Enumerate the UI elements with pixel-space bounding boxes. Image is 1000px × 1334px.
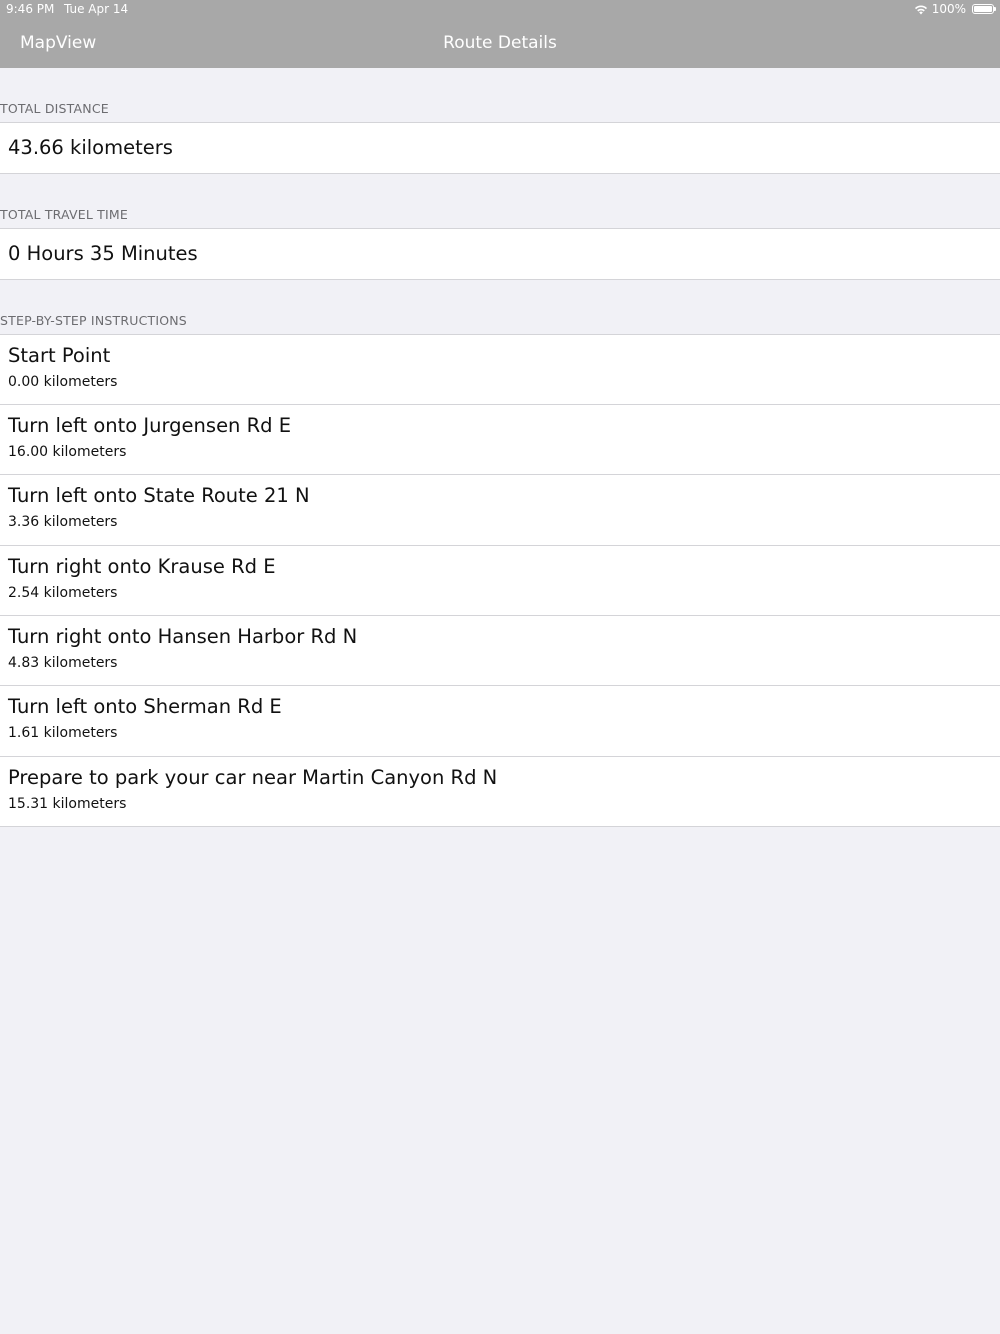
step-row[interactable]: Turn left onto Jurgensen Rd E 16.00 kilo… — [0, 405, 1000, 475]
step-distance: 3.36 kilometers — [8, 514, 118, 530]
step-distance: 2.54 kilometers — [8, 585, 118, 601]
battery-fill — [974, 6, 992, 12]
section-header-steps: STEP-BY-STEP INSTRUCTIONS — [0, 313, 187, 328]
step-row[interactable]: Turn left onto Sherman Rd E 1.61 kilomet… — [0, 686, 1000, 757]
step-row[interactable]: Start Point 0.00 kilometers — [0, 334, 1000, 405]
step-row[interactable]: Prepare to park your car near Martin Can… — [0, 757, 1000, 827]
step-distance: 1.61 kilometers — [8, 725, 118, 741]
distance-cell: 43.66 kilometers — [0, 122, 1000, 174]
step-instruction: Turn left onto Sherman Rd E — [8, 695, 282, 718]
step-distance: 4.83 kilometers — [8, 655, 118, 671]
step-instruction: Start Point — [8, 344, 111, 367]
step-instruction: Turn right onto Krause Rd E — [8, 555, 276, 578]
wifi-icon — [914, 4, 928, 15]
status-time: 9:46 PM — [6, 2, 55, 16]
step-instruction: Turn right onto Hansen Harbor Rd N — [8, 625, 358, 648]
step-instruction: Prepare to park your car near Martin Can… — [8, 766, 498, 789]
status-bar: 9:46 PM Tue Apr 14 100% — [0, 0, 1000, 20]
step-row[interactable]: Turn right onto Hansen Harbor Rd N 4.83 … — [0, 616, 1000, 686]
step-instruction: Turn left onto State Route 21 N — [8, 484, 310, 507]
page-title: Route Details — [443, 33, 557, 53]
section-header-time: TOTAL TRAVEL TIME — [0, 207, 128, 222]
step-distance: 16.00 kilometers — [8, 444, 127, 460]
distance-value: 43.66 kilometers — [8, 136, 173, 159]
step-distance: 0.00 kilometers — [8, 374, 118, 390]
step-row[interactable]: Turn right onto Krause Rd E 2.54 kilomet… — [0, 546, 1000, 616]
status-indicators: 100% — [914, 2, 996, 16]
time-value: 0 Hours 35 Minutes — [8, 242, 198, 265]
time-cell: 0 Hours 35 Minutes — [0, 228, 1000, 280]
battery-tip — [994, 7, 996, 11]
step-distance: 15.31 kilometers — [8, 796, 127, 812]
status-date: Tue Apr 14 — [64, 2, 129, 16]
battery-icon — [972, 4, 996, 14]
step-instruction: Turn left onto Jurgensen Rd E — [8, 414, 292, 437]
battery-percentage: 100% — [931, 2, 966, 16]
navigation-bar: 9:46 PM Tue Apr 14 100% MapView Route De… — [0, 0, 1000, 68]
step-row[interactable]: Turn left onto State Route 21 N 3.36 kil… — [0, 475, 1000, 546]
section-header-distance: TOTAL DISTANCE — [0, 101, 109, 116]
